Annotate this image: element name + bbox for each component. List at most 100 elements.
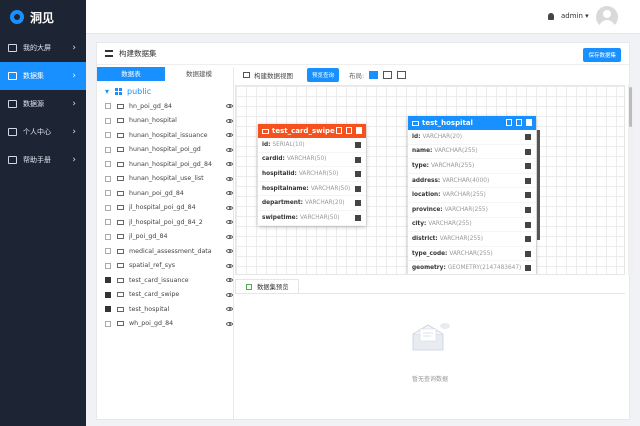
list-item[interactable]: medical_assessment_data <box>97 244 233 259</box>
field-row[interactable]: address: VARCHAR(4000) <box>408 174 536 189</box>
table-checkbox[interactable] <box>105 103 111 110</box>
list-item[interactable]: wh_poi_gd_84 <box>97 317 233 332</box>
eye-icon[interactable] <box>226 292 233 297</box>
sidebar-item-datasource[interactable]: 数据源 › <box>0 90 86 118</box>
list-item[interactable]: hunan_poi_gd_84 <box>97 186 233 201</box>
list-item[interactable]: hunan_hospital <box>97 114 233 129</box>
eye-icon[interactable] <box>226 205 233 210</box>
list-item[interactable]: hunan_hospital_poi_gd <box>97 143 233 158</box>
eye-icon[interactable] <box>226 307 233 312</box>
field-row[interactable]: geometry: GEOMETRY(2147483647) <box>408 261 536 274</box>
table-card-swipe[interactable]: test_card_swipe id: SERIAL(10) cardid: VARC… <box>258 124 366 226</box>
eye-icon[interactable] <box>226 176 233 181</box>
bell-icon[interactable] <box>548 13 554 20</box>
table-checkbox[interactable] <box>105 262 111 269</box>
eye-icon[interactable] <box>226 118 233 123</box>
table-checkbox[interactable] <box>105 248 111 255</box>
list-item[interactable]: jl_hospital_poi_gd_84 <box>97 201 233 216</box>
table-checkbox[interactable] <box>105 320 111 327</box>
table-checkbox[interactable] <box>105 219 111 226</box>
card-header[interactable]: test_hospital <box>408 116 536 130</box>
field-row[interactable]: hospitalid: VARCHAR(50) <box>258 167 366 182</box>
delete-icon[interactable] <box>516 119 522 126</box>
field-row[interactable]: name: VARCHAR(255) <box>408 145 536 160</box>
field-checkbox[interactable] <box>525 134 531 140</box>
table-checkbox[interactable] <box>105 233 111 240</box>
field-row[interactable]: swipetime: VARCHAR(50) <box>258 211 366 226</box>
table-checkbox[interactable] <box>105 146 111 153</box>
list-item[interactable]: spatial_ref_sys <box>97 259 233 274</box>
field-checkbox[interactable] <box>355 156 361 163</box>
field-checkbox[interactable] <box>355 214 361 221</box>
select-all-checkbox[interactable] <box>526 119 532 126</box>
canvas-scrollbar[interactable] <box>628 85 633 275</box>
table-checkbox[interactable] <box>105 161 111 168</box>
list-item[interactable]: hn_poi_gd_84 <box>97 99 233 114</box>
field-checkbox[interactable] <box>525 163 531 170</box>
field-checkbox[interactable] <box>525 250 531 257</box>
layout-bottom-icon[interactable] <box>397 71 407 79</box>
delete-icon[interactable] <box>346 127 352 134</box>
field-row[interactable]: province: VARCHAR(255) <box>408 203 536 218</box>
sidebar-item-profile[interactable]: 个人中心 › <box>0 118 86 146</box>
field-checkbox[interactable] <box>525 192 531 199</box>
list-item[interactable]: jl_hospital_poi_gd_84_2 <box>97 215 233 230</box>
eye-icon[interactable] <box>226 278 233 283</box>
field-row[interactable]: location: VARCHAR(255) <box>408 188 536 203</box>
list-item[interactable]: hunan_hospital_use_list <box>97 172 233 187</box>
list-item[interactable]: test_hospital <box>97 302 233 317</box>
table-checkbox[interactable] <box>105 117 111 124</box>
avatar[interactable] <box>596 6 618 28</box>
field-row[interactable]: city: VARCHAR(255) <box>408 218 536 233</box>
table-checkbox[interactable] <box>105 190 111 197</box>
field-row[interactable]: type_code: VARCHAR(255) <box>408 247 536 262</box>
layout-horizontal-icon[interactable] <box>383 71 393 79</box>
field-row[interactable]: type: VARCHAR(255) <box>408 159 536 174</box>
sidebar-item-help[interactable]: 帮助手册 › <box>0 146 86 174</box>
table-checkbox[interactable] <box>105 132 111 139</box>
select-all-checkbox[interactable] <box>356 127 362 134</box>
schema-node[interactable]: ▾ public <box>97 83 233 99</box>
card-header[interactable]: test_card_swipe <box>258 124 366 138</box>
tab-dataset-preview[interactable]: 数据集预览 <box>235 279 300 293</box>
sidebar-item-my-screen[interactable]: 我的大屏 › <box>0 34 86 62</box>
field-row[interactable]: department: VARCHAR(20) <box>258 196 366 211</box>
field-checkbox[interactable] <box>525 221 531 228</box>
field-checkbox[interactable] <box>355 171 361 178</box>
eye-icon[interactable] <box>226 191 233 196</box>
sidebar-item-dataset[interactable]: 数据集 › <box>0 62 86 90</box>
field-checkbox[interactable] <box>355 185 361 192</box>
eye-icon[interactable] <box>226 263 233 268</box>
save-dataset-button[interactable]: 保存数据集 <box>583 48 621 62</box>
table-checkbox[interactable] <box>105 277 111 284</box>
list-item[interactable]: test_card_issuance <box>97 273 233 288</box>
list-item[interactable]: test_card_swipe <box>97 288 233 303</box>
tab-tables[interactable]: 数据表 <box>97 67 165 81</box>
field-checkbox[interactable] <box>525 177 531 184</box>
field-checkbox[interactable] <box>525 206 531 213</box>
field-row[interactable]: id: SERIAL(10) <box>258 138 366 153</box>
list-item[interactable]: hunan_hospital_issuance <box>97 128 233 143</box>
table-checkbox[interactable] <box>105 291 111 298</box>
home-icon[interactable] <box>506 119 512 126</box>
table-checkbox[interactable] <box>105 306 111 313</box>
field-checkbox[interactable] <box>525 236 531 243</box>
field-checkbox[interactable] <box>525 148 531 155</box>
home-icon[interactable] <box>336 127 342 134</box>
table-checkbox[interactable] <box>105 175 111 182</box>
field-checkbox[interactable] <box>355 200 361 207</box>
layout-vertical-icon[interactable] <box>369 71 379 79</box>
field-checkbox[interactable] <box>355 142 361 148</box>
table-card-hospital[interactable]: test_hospital id: VARCHAR(20) name: VARCHAR… <box>408 116 540 274</box>
tab-modeling[interactable]: 数据建模 <box>165 67 233 81</box>
eye-icon[interactable] <box>226 104 233 109</box>
field-row[interactable]: cardid: VARCHAR(50) <box>258 153 366 168</box>
field-row[interactable]: district: VARCHAR(255) <box>408 232 536 247</box>
field-row[interactable]: hospitalname: VARCHAR(50) <box>258 182 366 197</box>
eye-icon[interactable] <box>226 249 233 254</box>
eye-icon[interactable] <box>226 220 233 225</box>
field-row[interactable]: id: VARCHAR(20) <box>408 130 536 145</box>
eye-icon[interactable] <box>226 133 233 138</box>
card-scrollbar[interactable] <box>537 130 540 240</box>
table-checkbox[interactable] <box>105 204 111 211</box>
